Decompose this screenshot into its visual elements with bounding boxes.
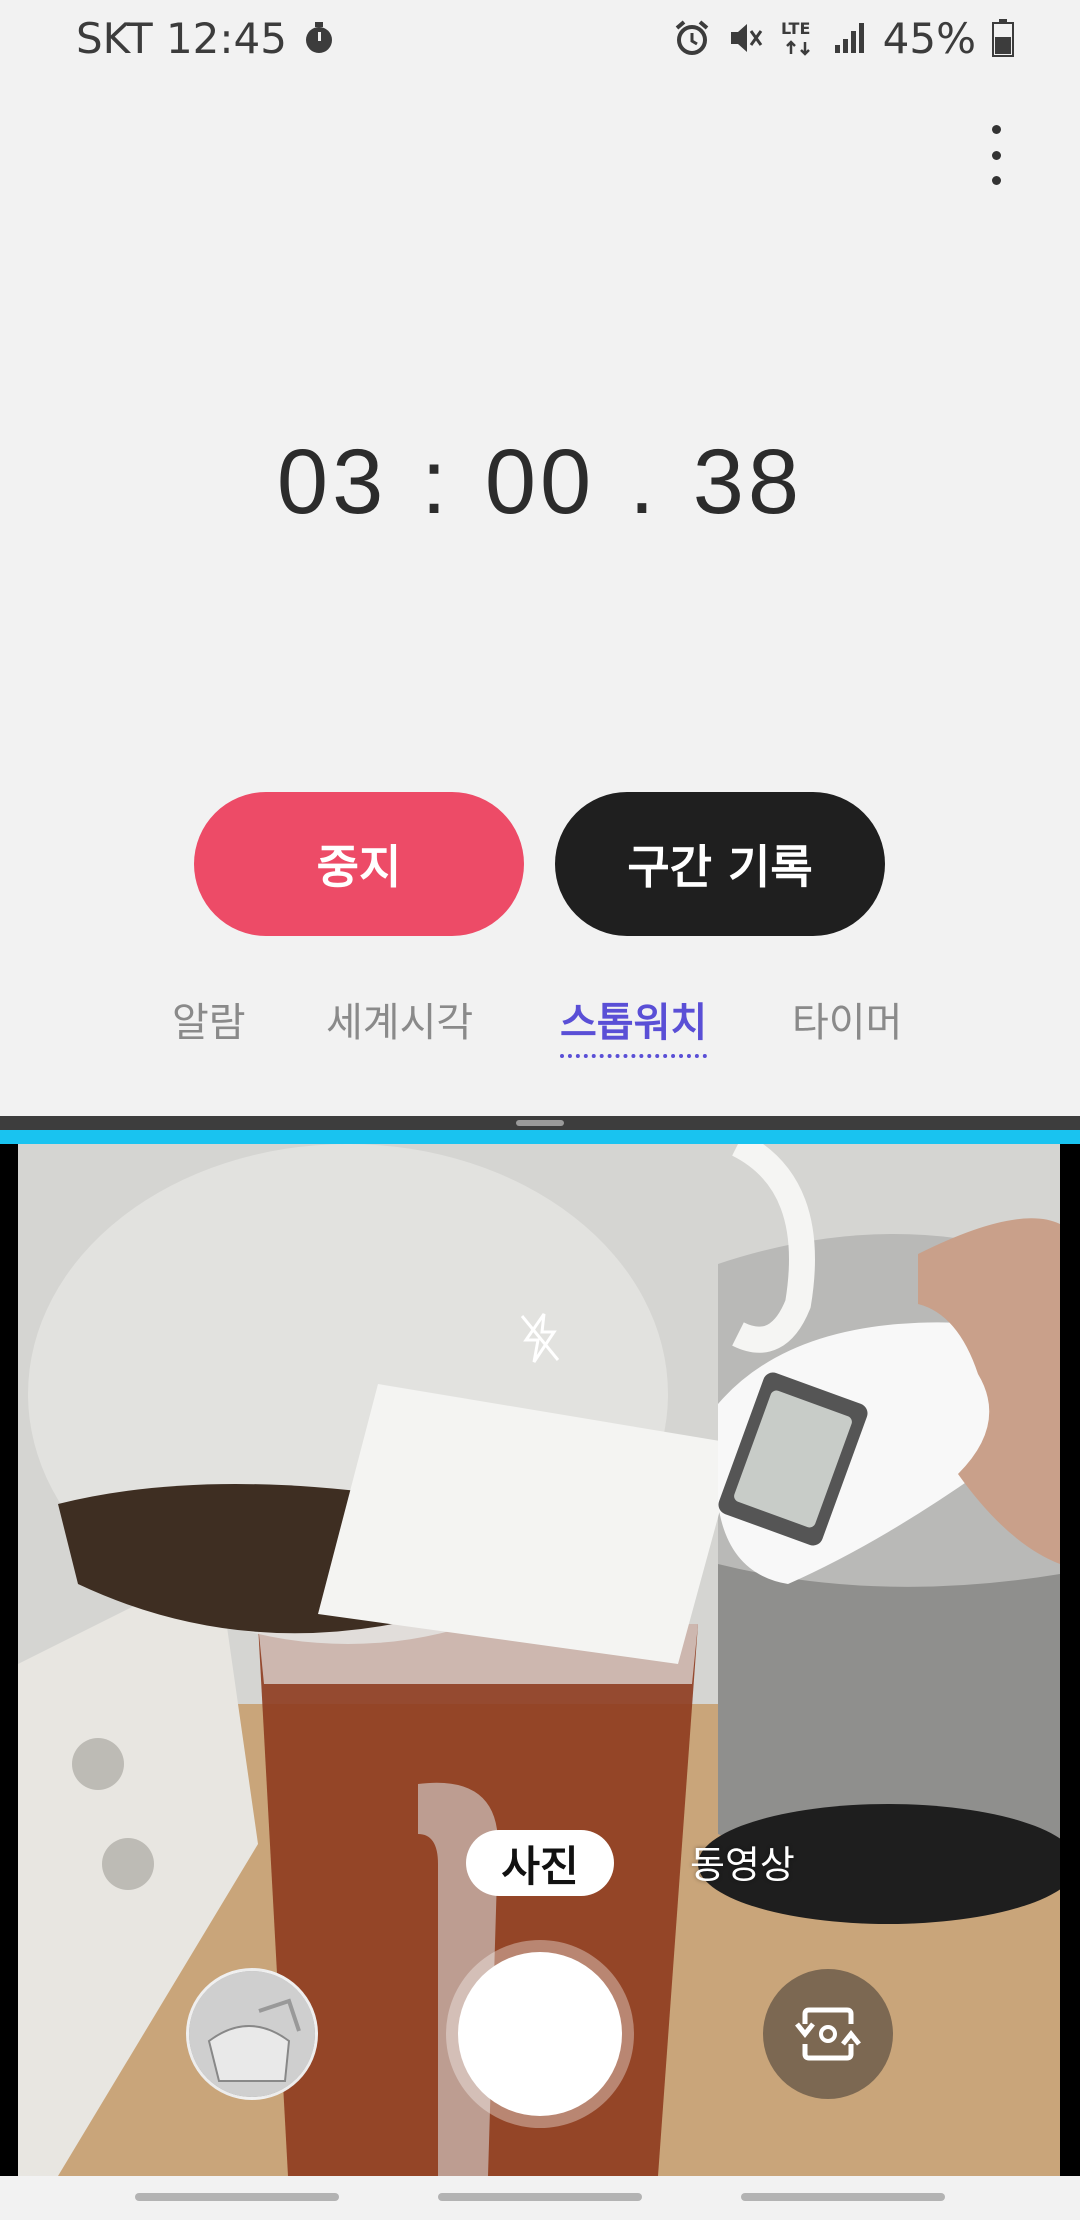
status-right: LTE 45% [673,14,1014,63]
bottom-tabs: 알람 세계시각 스톱워치 타이머 [0,990,1080,1070]
shutter-button[interactable] [458,1952,622,2116]
stopwatch-dot: . [629,431,659,533]
thumbnail-preview-icon [189,1971,315,2097]
carrier-time: SKT 12:45 [76,13,287,63]
stopwatch-hundredths: 38 [692,431,804,533]
battery-icon [992,19,1014,57]
stopwatch-status-icon [303,20,335,56]
tab-timer[interactable]: 타이머 [792,990,902,1048]
stopwatch-minutes: 03 [276,431,388,533]
battery-percent: 45% [882,13,976,63]
video-mode-button[interactable]: 동영상 [690,1834,795,1889]
stopwatch-seconds: 00 [484,431,596,533]
status-bar: SKT 12:45 LTE 45% [0,0,1080,76]
stop-button[interactable]: 중지 [194,792,524,936]
nav-home-button[interactable] [438,2193,642,2201]
status-left: SKT 12:45 [76,14,335,63]
signal-icon [833,21,867,55]
more-dot-icon [991,125,1001,134]
split-screen-accent [0,1130,1080,1144]
more-dot-icon [991,150,1001,160]
more-options-button[interactable] [976,125,1016,185]
photo-mode-button[interactable]: 사진 [466,1830,614,1896]
stopwatch-display: 03:00. 38 [0,430,1080,535]
switch-camera-icon [795,2007,861,2061]
more-dot-icon [991,176,1001,185]
divider-handle[interactable] [516,1120,564,1126]
nav-recent-button[interactable] [135,2193,339,2201]
gallery-thumbnail-button[interactable] [186,1968,318,2100]
flash-off-button[interactable] [518,1312,562,1368]
lte-icon: LTE [781,18,817,58]
flash-off-icon [520,1313,560,1363]
tab-world-clock[interactable]: 세계시각 [326,990,473,1048]
mute-icon [727,19,765,57]
switch-camera-button[interactable] [763,1969,893,2099]
alarm-icon [673,19,711,57]
nav-back-button[interactable] [741,2193,945,2201]
tab-stopwatch[interactable]: 스톱워치 [560,990,708,1058]
stopwatch-colon: : [421,431,451,533]
lap-button[interactable]: 구간 기록 [555,792,885,936]
tab-alarm[interactable]: 알람 [172,990,246,1048]
svg-text:LTE: LTE [781,19,810,38]
